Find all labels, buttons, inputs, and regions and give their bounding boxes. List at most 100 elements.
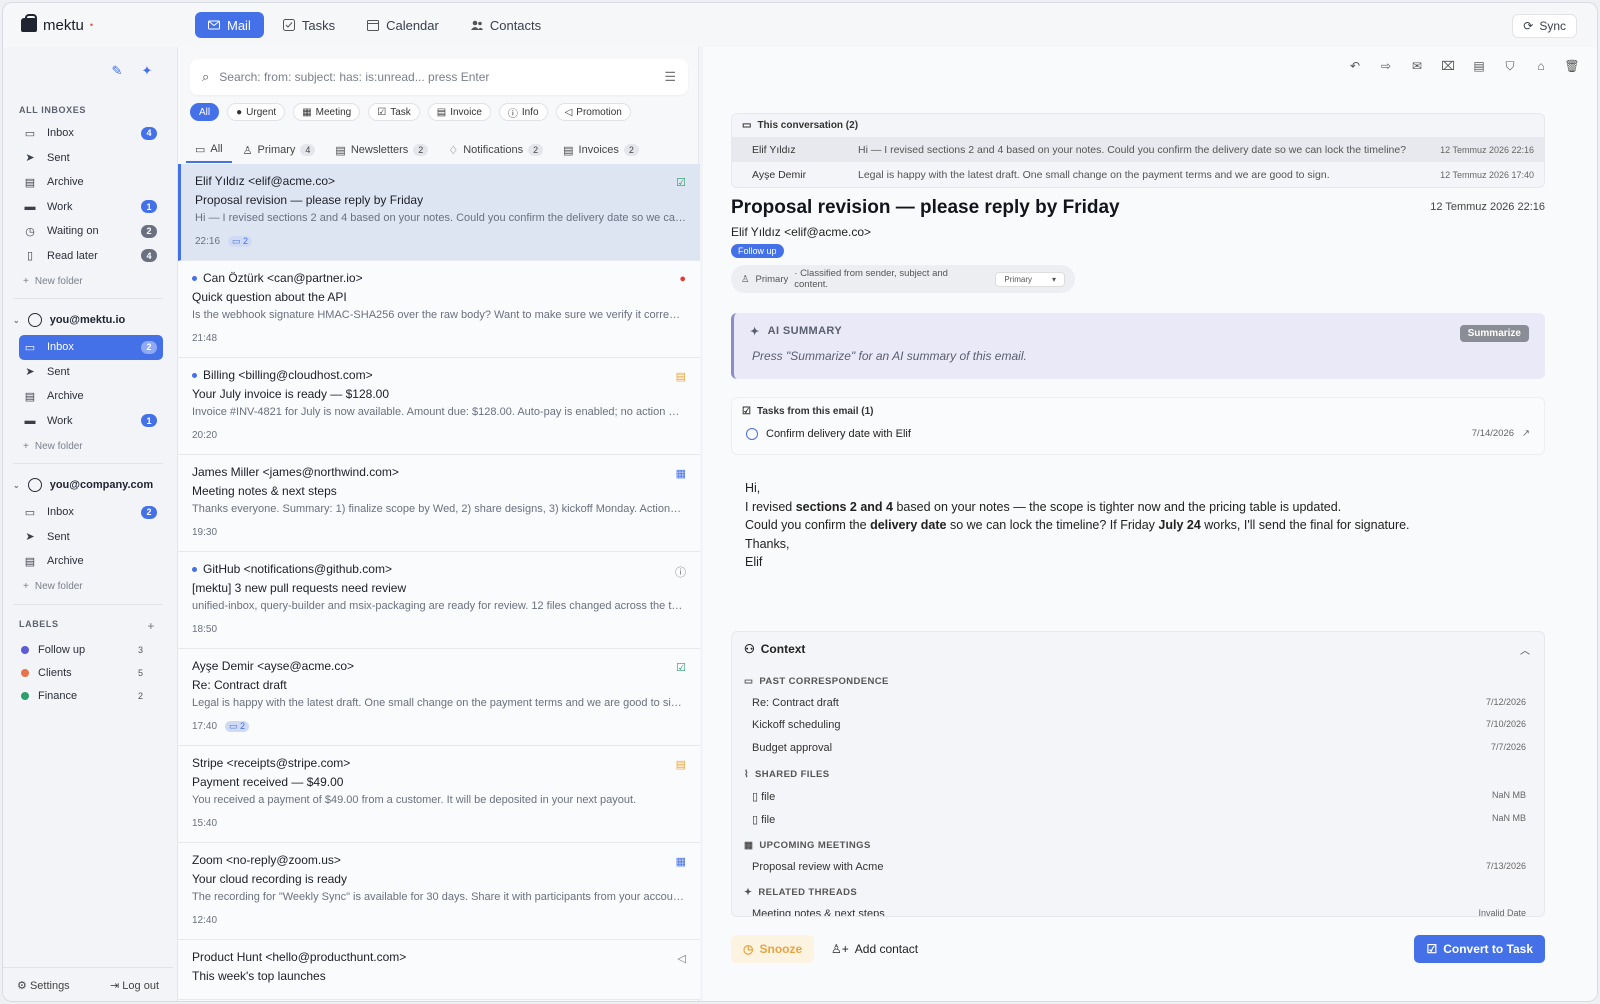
add-label-icon[interactable]: + [147,619,155,633]
chip-info[interactable]: ⓘ Info [498,103,548,121]
sidebar-item-waiting-on[interactable]: ◷ Waiting on 2 [19,219,163,244]
shield-icon[interactable]: ⛉ [1503,59,1517,73]
list-item[interactable]: Can Öztürk <can@partner.io> Quick questi… [178,261,700,358]
tab-primary[interactable]: ♙ Primary 4 [234,137,325,163]
message-meta: 19:30 [192,527,686,538]
time: 22:16 [195,236,221,247]
sidebar-item-sent[interactable]: ➤ Sent [19,525,163,550]
chevron-up-icon[interactable]: ︿ [1520,642,1530,657]
chip-invoice[interactable]: ▤ Invoice [427,103,491,121]
conversation-row[interactable]: Elif Yıldız Hi — I revised sections 2 and… [732,137,1544,162]
time: 21:48 [192,333,218,344]
chip-label: Info [521,106,539,118]
search-bar[interactable]: ⌕ Search: from: subject: has: is:unread.… [190,59,688,95]
settings-button[interactable]: ⚙ Settings [17,979,70,992]
sidebar-item-inbox[interactable]: ▭ Inbox 2 [19,335,163,360]
context-row[interactable]: Meeting notes & next steps Invalid Date [752,908,1526,916]
sidebar-item-archive[interactable]: ▤ Archive [19,170,163,195]
label-badge[interactable]: Follow up [731,244,784,258]
tab-newsletters[interactable]: ▤ Newsletters 2 [326,137,437,163]
reply-icon[interactable]: ↶ [1348,59,1362,73]
list-item[interactable]: Elif Yıldız <elif@acme.co> Proposal revi… [178,164,700,261]
sidebar-item-archive[interactable]: ▤ Archive [19,549,163,574]
account-mektu[interactable]: ⌄ you@mektu.io [13,309,173,331]
tab-calendar[interactable]: Calendar [354,12,452,38]
filter-settings-icon[interactable]: ☰ [664,69,676,85]
list-item[interactable]: Ayşe Demir <ayse@acme.co> Re: Contract d… [178,649,700,746]
new-folder-button[interactable]: + New folder [23,578,173,596]
tab-all[interactable]: ▭ All [186,137,232,163]
chip-meeting[interactable]: ▦ Meeting [293,103,361,121]
tab-invoices[interactable]: ▤ Invoices 2 [554,137,648,163]
archive-icon[interactable]: ▤ [1472,59,1486,73]
translate-icon[interactable]: ⌧ [1441,59,1455,73]
sender-name: Can Öztürk <can@partner.io> [203,271,363,285]
list-item[interactable]: Zoom <no-reply@zoom.us> Your cloud recor… [178,843,700,940]
trash-icon[interactable]: 🗑 [1564,59,1579,73]
checkbox-icon: ☑ [742,406,751,417]
task-item[interactable]: Confirm delivery date with Elif [746,428,911,440]
list-item[interactable]: James Miller <james@northwind.com> Meeti… [178,455,700,552]
account-company[interactable]: ⌄ you@company.com [13,474,173,496]
email-sender: Elif Yıldız <elif@acme.co> [731,225,872,239]
new-folder-button[interactable]: + New folder [23,272,173,290]
summarize-button[interactable]: Summarize [1459,325,1529,342]
sidebar-item-label: Inbox [47,127,74,140]
context-row[interactable]: ▯ file NaN MB [752,790,1526,803]
sidebar-item-archive[interactable]: ▤ Archive [19,384,163,409]
subject: Your cloud recording is ready [192,872,347,886]
task-checkbox[interactable] [746,428,758,440]
archive-icon: ▤ [24,390,36,403]
snooze-button[interactable]: ◷ Snooze [731,935,815,963]
tab-tasks[interactable]: Tasks [270,12,348,38]
convert-to-task-button[interactable]: ☑ Convert to Task [1414,935,1545,963]
label-clients[interactable]: Clients 5 [21,662,143,685]
classification-bar: ♙ Primary · Classified from sender, subj… [731,265,1075,293]
context-row[interactable]: Kickoff scheduling 7/10/2026 [752,719,1526,731]
compose-icon[interactable]: ✎ [109,63,125,79]
context-row[interactable]: Budget approval 7/7/2026 [752,742,1526,754]
context-row[interactable]: Proposal review with Acme 7/13/2026 [752,861,1526,873]
subject: Meeting notes & next steps [192,484,337,498]
chip-task[interactable]: ☑ Task [368,103,420,121]
search-input[interactable]: Search: from: subject: has: is:unread...… [219,70,654,84]
tab-contacts[interactable]: Contacts [458,12,554,38]
sidebar-item-sent[interactable]: ➤ Sent [19,360,163,385]
task-date-group: 7/14/2026 ↗ [1472,428,1530,439]
tag-icon[interactable]: ⌂ [1534,59,1548,73]
logout-button[interactable]: ⇥ Log out [110,979,159,992]
list-item[interactable]: Product Hunt <hello@producthunt.com> Thi… [178,940,700,1000]
sync-button[interactable]: ⟳ Sync [1512,14,1577,38]
forward-icon[interactable]: ⇨ [1379,59,1393,73]
mail-icon[interactable]: ✉ [1410,59,1424,73]
chip-promotion[interactable]: ◁ Promotion [555,103,631,121]
sparkle-icon[interactable]: ✦ [139,63,155,79]
sidebar-item-inbox[interactable]: ▭ Inbox 2 [19,500,163,525]
folder-icon: ▬ [24,414,36,427]
label-finance[interactable]: Finance 2 [21,685,143,708]
list-item[interactable]: Billing <billing@cloudhost.com> Your Jul… [178,358,700,455]
list-item[interactable]: GitHub <notifications@github.com> [mektu… [178,552,700,649]
sidebar-item-read-later[interactable]: ▯ Read later 4 [19,244,163,269]
top-bar: mektu • Mail Tasks Calendar Contacts ⟳ Syn… [3,3,1597,47]
label-follow-up[interactable]: Follow up 3 [21,639,143,662]
subject: Payment received — $49.00 [192,775,344,789]
new-folder-button[interactable]: + New folder [23,437,173,455]
tab-mail[interactable]: Mail [195,12,264,38]
chip-all[interactable]: All [190,103,220,121]
context-row[interactable]: ▯ file NaN MB [752,813,1526,826]
context-row[interactable]: Re: Contract draft 7/12/2026 [752,697,1526,709]
tab-notifications[interactable]: ♢ Notifications 2 [439,137,552,163]
add-contact-button[interactable]: ♙+ Add contact [831,935,918,963]
conversation-row[interactable]: Ayşe Demir Legal is happy with the latest… [732,162,1544,187]
account-name: you@mektu.io [49,314,126,326]
send-icon: ➤ [25,531,35,544]
sidebar-item-work[interactable]: ▬ Work 1 [19,409,163,434]
external-link-icon[interactable]: ↗ [1522,428,1530,439]
sidebar-item-inbox[interactable]: ▭ Inbox 4 [19,121,163,146]
sidebar-item-sent[interactable]: ➤ Sent [19,146,163,171]
list-item[interactable]: Stripe <receipts@stripe.com> Payment rec… [178,746,700,843]
category-select[interactable]: Primary ▾ [995,271,1065,287]
chip-urgent[interactable]: ● Urgent [227,103,286,121]
sidebar-item-work[interactable]: ▬ Work 1 [19,195,163,220]
